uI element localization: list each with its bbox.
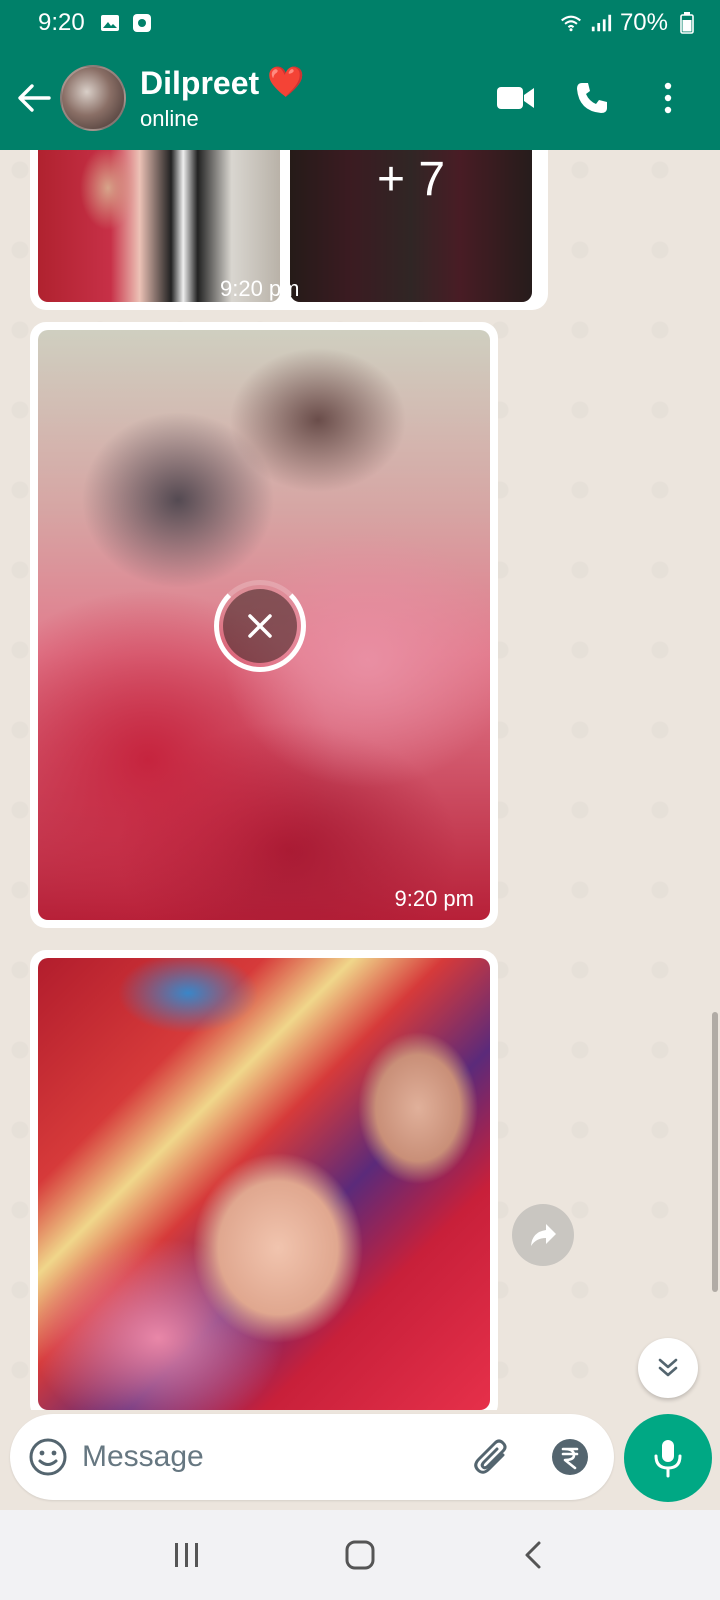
- voice-call-button[interactable]: [568, 74, 616, 122]
- album-extra-count: + 7: [376, 153, 446, 206]
- mic-icon: [654, 1440, 682, 1478]
- chat-messages[interactable]: + 7 9:20 pm 9:20 pm: [0, 150, 720, 1410]
- home-icon: [345, 1540, 375, 1570]
- album-message[interactable]: + 7 9:20 pm: [30, 150, 548, 310]
- gallery-icon: [99, 12, 121, 34]
- voice-record-button[interactable]: [624, 1414, 712, 1502]
- message-time: 9:20 pm: [220, 276, 300, 301]
- nav-back-button[interactable]: [503, 1525, 563, 1585]
- blurred-photo-preview[interactable]: 9:20 pm: [38, 330, 490, 920]
- contact-info[interactable]: Dilpreet ❤️ online: [140, 65, 305, 132]
- image-message[interactable]: [30, 950, 498, 1410]
- heart-emoji: ❤️: [267, 66, 305, 99]
- app-icon: [131, 12, 153, 34]
- message-input[interactable]: [82, 1440, 468, 1474]
- signal-icon: [590, 12, 612, 34]
- recents-button[interactable]: [157, 1525, 217, 1585]
- contact-avatar[interactable]: [60, 65, 126, 131]
- emoji-button[interactable]: [28, 1433, 68, 1481]
- forward-icon: [531, 1224, 556, 1246]
- image-message-downloading[interactable]: 9:20 pm: [30, 322, 498, 928]
- more-vert-icon: [664, 82, 672, 114]
- back-icon: [525, 1541, 541, 1569]
- scrollbar[interactable]: [712, 1012, 718, 1292]
- phone-icon: [577, 83, 607, 113]
- wifi-icon: [560, 12, 582, 34]
- battery-icon: [676, 12, 698, 34]
- status-bar: 9:20 70%: [0, 0, 720, 46]
- cancel-download-button[interactable]: [214, 580, 306, 672]
- emoji-icon: [29, 1438, 67, 1476]
- photo[interactable]: [38, 958, 490, 1410]
- status-time: 9:20: [38, 9, 85, 36]
- contact-name: Dilpreet: [140, 64, 260, 101]
- back-button[interactable]: [8, 68, 60, 128]
- contact-status: online: [140, 105, 199, 131]
- payment-button[interactable]: [546, 1433, 594, 1481]
- attach-icon: [474, 1439, 507, 1474]
- video-call-icon: [497, 87, 534, 109]
- home-button[interactable]: [330, 1525, 390, 1585]
- cancel-download-icon: [248, 614, 272, 638]
- scroll-to-bottom-button[interactable]: [638, 1338, 698, 1398]
- back-arrow-icon: [18, 84, 51, 112]
- forward-button[interactable]: [512, 1204, 574, 1266]
- message-time: 9:20 pm: [394, 886, 475, 911]
- system-nav-bar: [0, 1510, 720, 1600]
- message-composer: [10, 1414, 667, 1500]
- attach-button[interactable]: [468, 1433, 516, 1481]
- rupee-payment-icon: [552, 1439, 588, 1475]
- double-chevron-down-icon: [658, 1358, 678, 1377]
- more-options-button[interactable]: [644, 74, 692, 122]
- battery-percentage: 70%: [619, 9, 668, 36]
- video-call-button[interactable]: [492, 74, 540, 122]
- chat-header: Dilpreet ❤️ online: [0, 46, 720, 150]
- recents-icon: [174, 1543, 198, 1567]
